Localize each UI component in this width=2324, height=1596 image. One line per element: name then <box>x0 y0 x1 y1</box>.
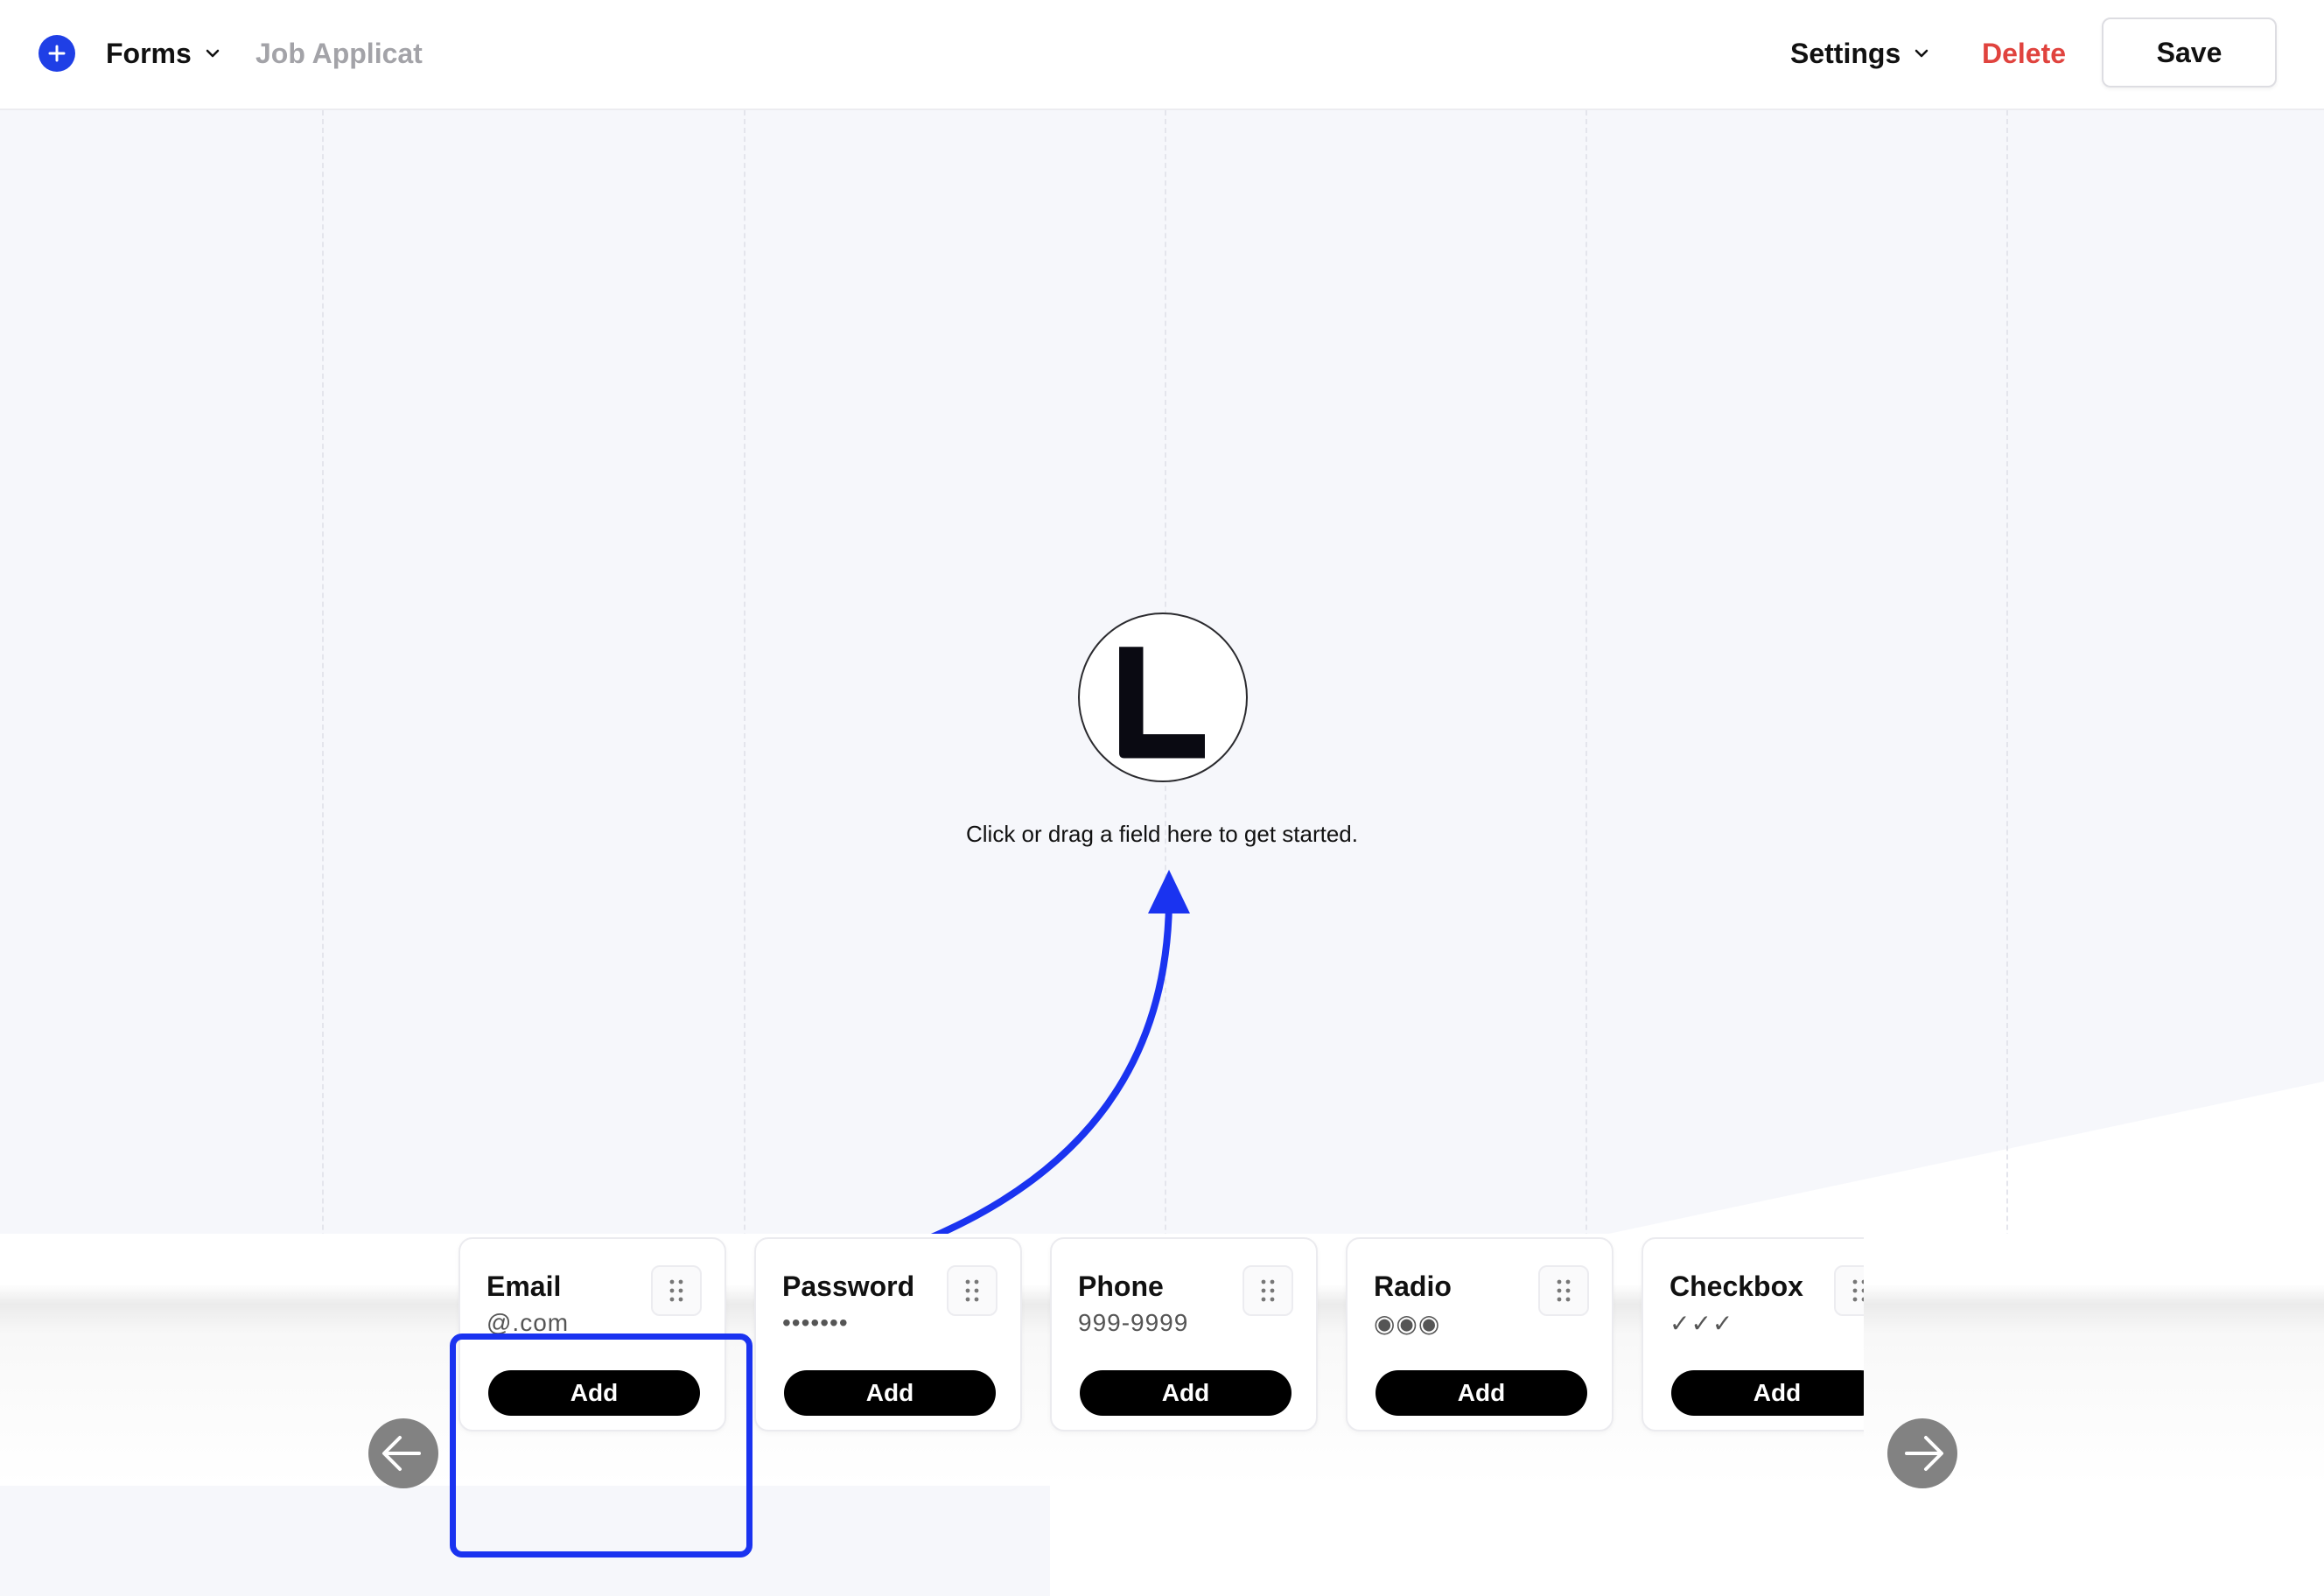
chevron-down-icon <box>206 49 220 58</box>
arrow-left-icon[interactable] <box>368 1418 438 1488</box>
grid-line <box>744 110 746 1353</box>
delete-button[interactable]: Delete <box>1982 33 2066 74</box>
field-title: Password <box>782 1270 915 1302</box>
field-sample: 999-9999 <box>1078 1309 1189 1336</box>
brand-logo: L <box>1078 612 1248 782</box>
field-card-checkbox[interactable]: Checkbox ✓✓✓ Add <box>1642 1237 1864 1432</box>
add-radio-button[interactable]: Add <box>1376 1370 1587 1416</box>
add-checkbox-button[interactable]: Add <box>1671 1370 1864 1416</box>
save-button[interactable]: Save <box>2102 18 2277 88</box>
form-name-title[interactable]: Job Applicat <box>256 33 423 74</box>
grid-line <box>1586 110 1587 1353</box>
empty-state-message: Click or drag a field here to get starte… <box>965 821 1358 847</box>
forms-dropdown[interactable]: Forms <box>106 33 221 74</box>
field-sample: ••••••• <box>782 1309 849 1336</box>
field-card-password[interactable]: Password ••••••• Add <box>754 1237 1022 1432</box>
forms-label: Forms <box>106 37 192 69</box>
add-email-button[interactable]: Add <box>488 1370 700 1416</box>
add-password-button[interactable]: Add <box>784 1370 996 1416</box>
field-card-radio[interactable]: Radio ◉◉◉ Add <box>1346 1237 1614 1432</box>
field-title: Phone <box>1078 1270 1164 1302</box>
field-card-phone[interactable]: Phone 999-9999 Add <box>1050 1237 1318 1432</box>
grid-line <box>2006 110 2008 1353</box>
drag-handle-icon[interactable] <box>1834 1265 1864 1316</box>
field-sample: ✓✓✓ <box>1670 1310 1734 1337</box>
field-card-email[interactable]: Email @.com Add <box>458 1237 726 1432</box>
arrow-right-icon[interactable] <box>1887 1418 1957 1488</box>
grid-line <box>322 110 324 1353</box>
settings-dropdown[interactable]: Settings <box>1790 33 1930 74</box>
field-sample: @.com <box>486 1309 570 1336</box>
field-title: Checkbox <box>1670 1270 1803 1302</box>
drag-handle-icon[interactable] <box>1242 1265 1293 1316</box>
field-title: Radio <box>1374 1270 1452 1302</box>
drag-handle-icon[interactable] <box>651 1265 702 1316</box>
field-palette: Email @.com Add Password ••••••• Add Pho… <box>446 1237 1864 1438</box>
add-phone-button[interactable]: Add <box>1080 1370 1292 1416</box>
drag-handle-icon[interactable] <box>1538 1265 1589 1316</box>
form-builder-page: Forms Job Applicat Settings Delete Save … <box>0 0 2324 1596</box>
top-bar: Forms Job Applicat Settings Delete Save <box>0 0 2324 110</box>
drag-handle-icon[interactable] <box>947 1265 998 1316</box>
plus-circle-icon[interactable] <box>38 35 75 72</box>
field-title: Email <box>486 1270 562 1302</box>
field-sample: ◉◉◉ <box>1374 1310 1441 1337</box>
chevron-down-icon <box>1914 49 1928 58</box>
settings-label: Settings <box>1790 37 1901 69</box>
logo-letter: L <box>1080 613 1081 615</box>
